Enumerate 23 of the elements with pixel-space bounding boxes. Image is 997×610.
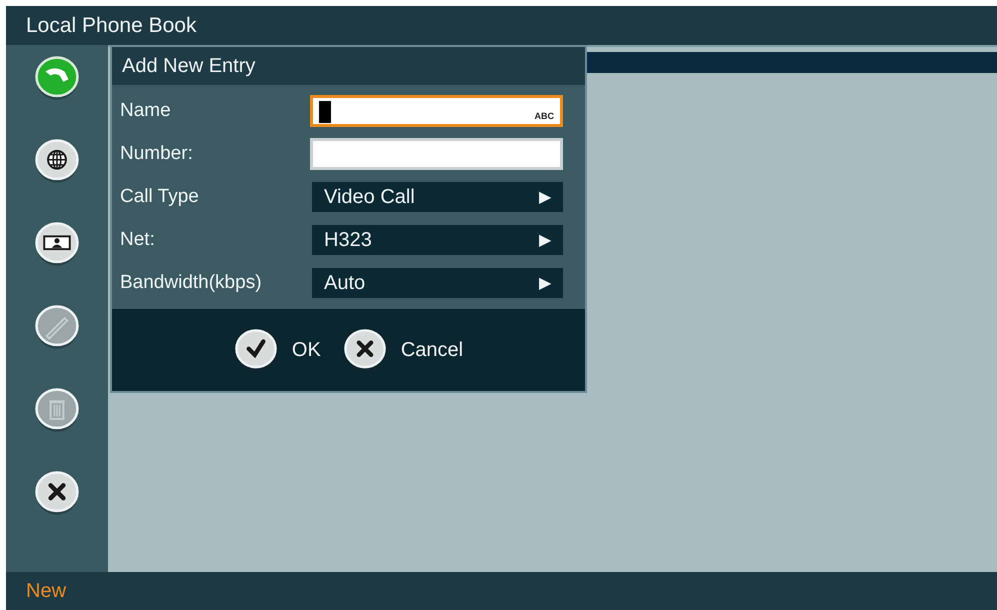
field-label: Bandwidth(kbps) bbox=[120, 272, 263, 294]
window-title: Local Phone Book bbox=[26, 14, 196, 38]
dialog-title: Add New Entry bbox=[122, 54, 256, 78]
cancel-button[interactable]: Cancel bbox=[342, 328, 464, 372]
contact-card-icon[interactable] bbox=[34, 221, 80, 267]
phone-icon[interactable] bbox=[34, 55, 80, 101]
input-mode-label: ABC bbox=[534, 111, 554, 121]
globe-icon[interactable] bbox=[34, 138, 80, 184]
select-field[interactable]: Video Call ▶ bbox=[312, 182, 563, 212]
select-field[interactable]: Auto ▶ bbox=[312, 268, 563, 298]
text-cursor bbox=[319, 101, 331, 123]
input-field[interactable] bbox=[310, 138, 563, 170]
field-label: Number: bbox=[120, 143, 194, 165]
close-icon[interactable] bbox=[34, 470, 80, 516]
close-icon[interactable] bbox=[342, 328, 387, 372]
select-field[interactable]: H323 ▶ bbox=[312, 225, 563, 255]
field-label: Call Type bbox=[120, 186, 200, 208]
status-text: New bbox=[26, 580, 66, 602]
field-label: Net: bbox=[120, 229, 156, 251]
check-icon[interactable] bbox=[234, 328, 278, 372]
field-label: Name bbox=[120, 100, 172, 122]
ok-button[interactable]: OK bbox=[234, 328, 321, 372]
input-field[interactable]: ABC bbox=[310, 95, 563, 127]
